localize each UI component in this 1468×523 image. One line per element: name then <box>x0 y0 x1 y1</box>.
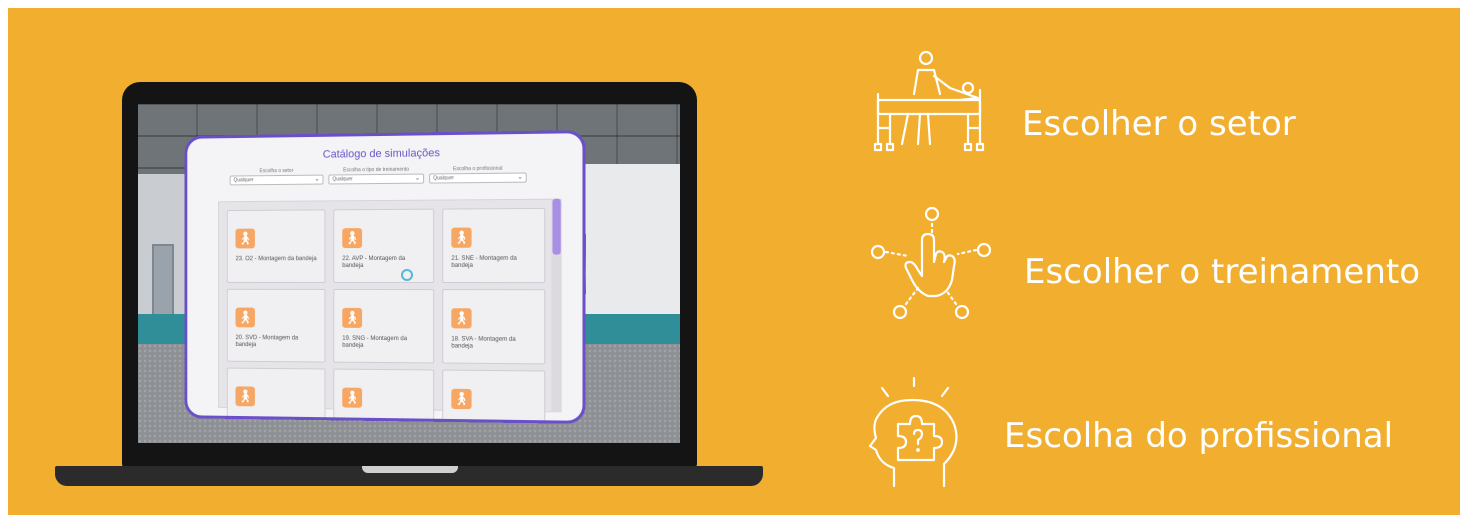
simulation-card[interactable]: 🚶︎ 18. SVA - Montagem da bandeja <box>442 289 546 365</box>
simulation-card[interactable]: 🚶︎ 22. AVP - Montagem da bandeja <box>333 208 435 284</box>
chevron-down-icon: ⌄ <box>517 174 523 181</box>
simulation-card[interactable]: 🚶︎ 20. SVD - Montagem da bandeja <box>226 288 326 363</box>
filter-sector-value: Qualquer <box>233 177 254 184</box>
feature-label-professional: Escolha do profissional <box>1004 416 1394 456</box>
walking-person-icon: 🚶︎ <box>451 308 472 329</box>
filter-sector[interactable]: Escolha o setor Qualquer ⌄ <box>229 167 324 186</box>
simulation-card-label: 19. SNG - Montagem da bandeja <box>342 335 408 349</box>
filter-training-type[interactable]: Escolha o tipo de treinamento Qualquer ⌄ <box>328 166 425 185</box>
simulation-card-label: 20. SVD - Montagem da bandeja <box>235 335 299 349</box>
walking-person-icon: 🚶︎ <box>451 388 472 410</box>
catalog-title: Catálogo de simulações <box>322 147 440 161</box>
filter-professional-select[interactable]: Qualquer ⌄ <box>429 172 527 184</box>
filter-professional-value: Qualquer <box>433 175 454 182</box>
walking-person-icon: 🚶︎ <box>342 307 363 328</box>
hand-touch-icon <box>870 206 992 320</box>
simulation-card-label: 18. SVA - Montagem da bandeja <box>451 336 516 350</box>
chevron-down-icon: ⌄ <box>314 176 320 183</box>
catalog-scroll-thumb[interactable] <box>552 198 561 255</box>
catalog-scrollbar[interactable] <box>551 198 562 413</box>
chevron-down-icon: ⌄ <box>415 175 421 182</box>
filter-training-type-select[interactable]: Qualquer ⌄ <box>328 173 425 185</box>
walking-person-icon: 🚶︎ <box>342 387 363 408</box>
simulation-card[interactable]: 🚶︎ <box>226 367 326 424</box>
walking-person-icon: 🚶︎ <box>235 228 255 249</box>
walking-person-icon: 🚶︎ <box>235 386 255 407</box>
filter-training-type-value: Qualquer <box>332 176 353 183</box>
simulation-card-label: 23. O2 - Montagem da bandeja <box>235 256 317 263</box>
simulation-card-label <box>451 417 539 418</box>
walking-person-icon: 🚶︎ <box>342 228 363 249</box>
simulation-card[interactable]: 🚶︎ <box>333 368 435 424</box>
simulation-grid: 🚶︎ 23. O2 - Montagem da bandeja 🚶︎ 22. A… <box>226 207 546 424</box>
patient-bed-icon <box>873 50 985 152</box>
feature-label-training: Escolher o treinamento <box>1024 252 1421 292</box>
simulation-card-label: 22. AVP - Montagem da bandeja <box>342 255 406 270</box>
simulation-card[interactable]: 🚶︎ 23. O2 - Montagem da bandeja <box>226 209 326 283</box>
laptop-notch <box>362 466 458 473</box>
head-puzzle-icon <box>868 376 958 488</box>
simulation-card-label: 21. SNE - Montagem da bandeja <box>451 255 517 269</box>
simulation-card-label <box>236 414 320 415</box>
simulation-card[interactable]: 🚶︎ <box>442 369 546 424</box>
simulation-catalog-panel: Catálogo de simulações Escolha o setor Q… <box>184 130 586 424</box>
simulation-grid-area: 🚶︎ 23. O2 - Montagem da bandeja 🚶︎ 22. A… <box>218 198 562 424</box>
simulation-card[interactable]: 🚶︎ 19. SNG - Montagem da bandeja <box>333 288 435 364</box>
filter-professional[interactable]: Escolha o profissional Qualquer ⌄ <box>429 164 527 184</box>
simulation-card[interactable]: 🚶︎ 21. SNE - Montagem da bandeja <box>442 207 546 284</box>
walking-person-icon: 🚶︎ <box>451 227 472 248</box>
vr-pointer-cursor <box>400 268 414 282</box>
filter-sector-select[interactable]: Qualquer ⌄ <box>229 174 324 186</box>
feature-label-sector: Escolher o setor <box>1022 104 1296 144</box>
simulation-card-label <box>342 415 428 416</box>
walking-person-icon: 🚶︎ <box>235 307 255 328</box>
